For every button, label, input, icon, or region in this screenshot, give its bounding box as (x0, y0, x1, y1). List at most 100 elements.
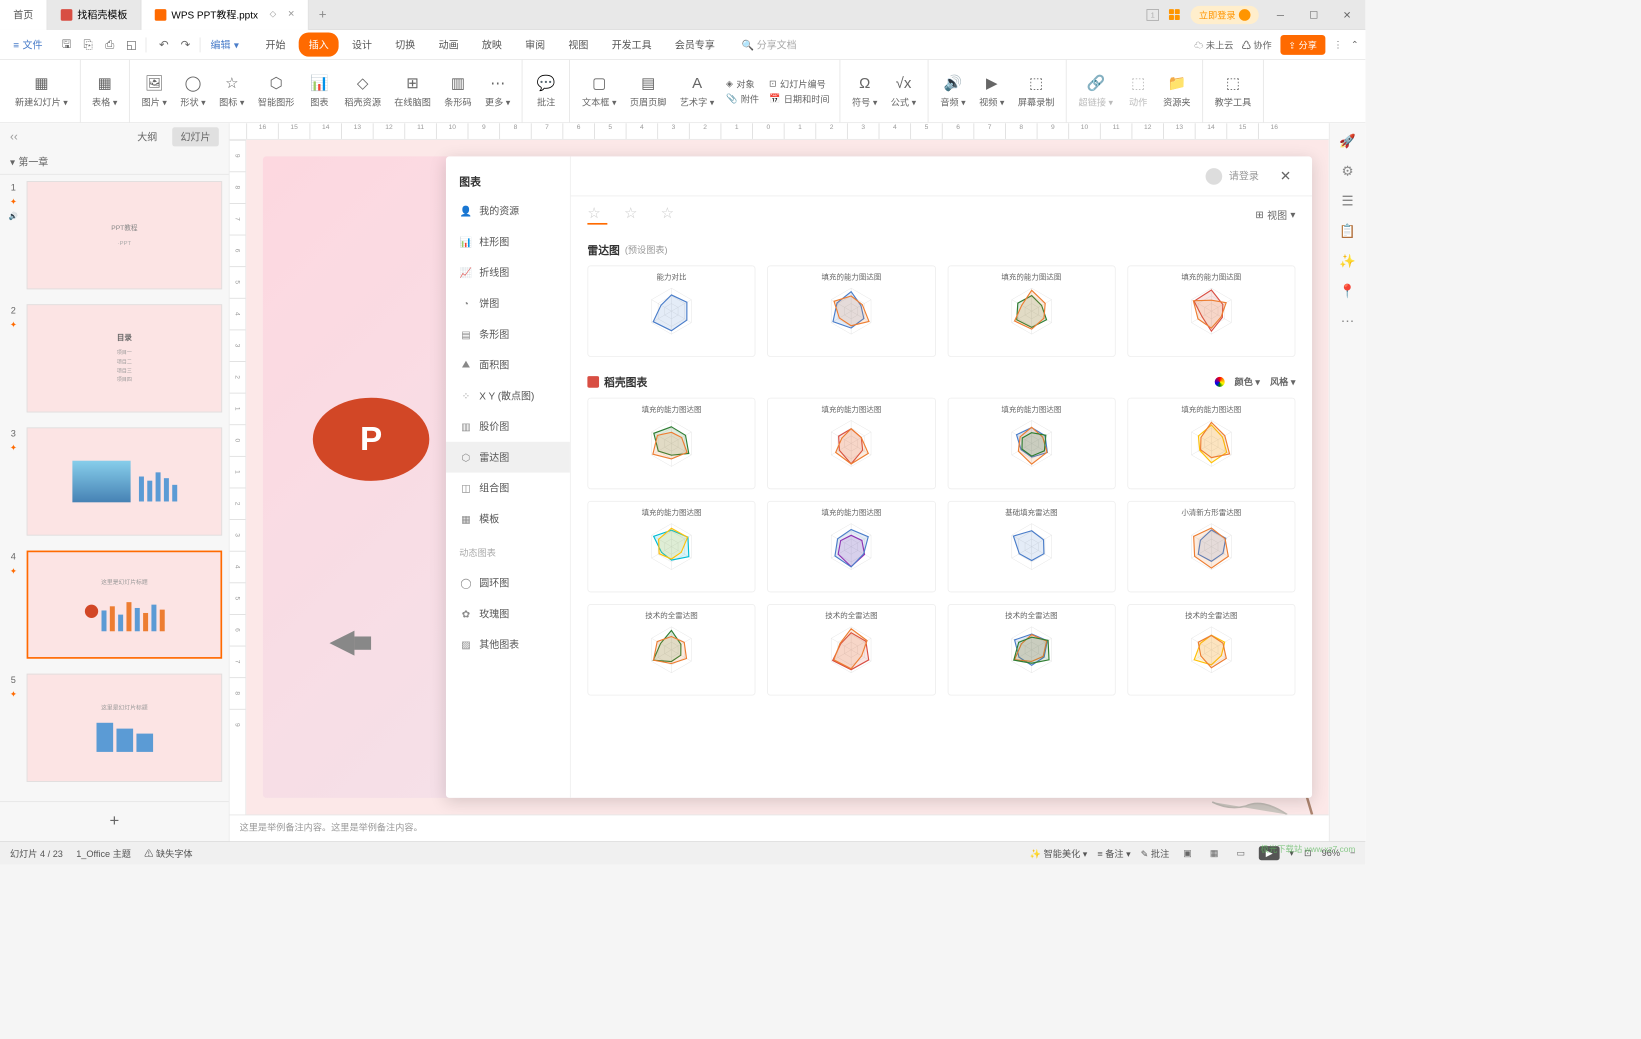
beautify-button[interactable]: ✨ 智能美化 ▾ (1030, 847, 1088, 860)
ribbon-table[interactable]: ▦表格 ▾ (85, 70, 124, 112)
ribbon-smartart[interactable]: ⬡智能图形 (251, 70, 301, 112)
close-button[interactable]: ✕ (1335, 3, 1358, 26)
slide-canvas[interactable]: P 4 图表 👤我的资源📊柱形图📈折线图◔饼图▤条 (246, 140, 1328, 815)
docker-chart-4[interactable]: 填充的能力图达图 (587, 501, 755, 593)
chart-cat-pie[interactable]: ◔饼图 (446, 288, 570, 319)
add-slide-button[interactable]: + (0, 801, 229, 841)
ribbon-textbox[interactable]: ▢文本框 ▾ (575, 70, 623, 112)
menu-tab-devtools[interactable]: 开发工具 (602, 32, 662, 56)
ribbon-slide-number[interactable]: ⊡ 幻灯片编号 (769, 77, 829, 90)
app-grid-icon[interactable] (1169, 9, 1181, 21)
normal-view-icon[interactable]: ▣ (1179, 846, 1196, 861)
ribbon-header-footer[interactable]: ▤页眉页脚 (623, 70, 673, 112)
location-icon[interactable]: 📍 (1339, 283, 1356, 300)
slide-thumb-2[interactable]: 2✦目录项目一项目二项目三项目四 (7, 305, 222, 413)
docker-chart-7[interactable]: 小清新方形雷达图 (1127, 501, 1295, 593)
ribbon-resource-folder[interactable]: 📁资源夹 (1156, 70, 1197, 112)
layers-icon[interactable]: ☰ (1339, 193, 1356, 210)
preview-icon[interactable]: ◱ (124, 37, 139, 52)
add-tab-button[interactable]: + (309, 7, 337, 22)
annotate-toggle[interactable]: ✎ 批注 (1141, 847, 1170, 860)
chart-cat-combo[interactable]: ◫组合图 (446, 473, 570, 504)
clipboard-icon[interactable]: 📋 (1339, 223, 1356, 240)
notes-area[interactable]: 这里是举例备注内容。这里是举例备注内容。 (230, 815, 1329, 842)
star-tab-1[interactable]: ☆ (587, 205, 607, 225)
ribbon-shape[interactable]: ◯形状 ▾ (174, 70, 213, 112)
style-filter[interactable]: 风格 ▾ (1270, 375, 1295, 388)
ribbon-comment[interactable]: 💬批注 (528, 70, 565, 112)
preset-chart-3[interactable]: 填充的能力图达图 (1127, 265, 1295, 357)
slide-thumb-1[interactable]: 1✦🔊PPT教程·PPT (7, 181, 222, 289)
menu-tab-insert[interactable]: 插入 (299, 32, 339, 56)
share-button[interactable]: ⇪ 分享 (1280, 35, 1325, 55)
cloud-status[interactable]: ☁ 未上云 (1194, 38, 1233, 51)
magic-icon[interactable]: ✨ (1339, 253, 1356, 270)
chart-cat-line[interactable]: 📈折线图 (446, 257, 570, 288)
layout-1-icon[interactable]: 1 (1146, 9, 1158, 21)
docker-chart-5[interactable]: 填充的能力图达图 (767, 501, 935, 593)
ribbon-barcode[interactable]: ▥条形码 (438, 70, 479, 112)
ribbon-icon-lib[interactable]: ☆图标 ▾ (212, 70, 251, 112)
expand-icon[interactable]: ⌃ (1351, 39, 1359, 50)
preset-chart-2[interactable]: 填充的能力图达图 (947, 265, 1115, 357)
panel-prev-icon[interactable]: ‹‹ (10, 130, 18, 143)
more-menu-icon[interactable]: ⋮ (1334, 39, 1343, 50)
menu-tab-member[interactable]: 会员专享 (665, 32, 725, 56)
chart-cat-rose[interactable]: ✿玫瑰图 (446, 598, 570, 629)
color-filter[interactable]: 颜色 ▾ (1235, 375, 1260, 388)
ribbon-new-slide[interactable]: ▦新建幻灯片 ▾ (8, 70, 74, 112)
theme-name[interactable]: 1_Office 主题 (76, 847, 131, 860)
slide-thumb-5[interactable]: 5✦这里是幻灯片标题 (7, 674, 222, 782)
settings-icon[interactable]: ⚙ (1339, 163, 1356, 180)
docker-chart-11[interactable]: 技术的全雷达图 (1127, 604, 1295, 696)
docker-chart-2[interactable]: 填充的能力图达图 (947, 398, 1115, 490)
search-icon[interactable]: 🔍 分享文档 (742, 37, 797, 51)
save-icon[interactable]: 🖫 (59, 37, 74, 52)
docker-chart-1[interactable]: 填充的能力图达图 (767, 398, 935, 490)
undo-icon[interactable]: ↶ (156, 37, 171, 52)
chart-cat-user[interactable]: 👤我的资源 (446, 196, 570, 227)
close-tab-icon[interactable]: ✕ (288, 10, 295, 19)
redo-icon[interactable]: ↷ (178, 37, 193, 52)
chart-cat-hbar[interactable]: ▤条形图 (446, 319, 570, 350)
chart-cat-stock[interactable]: ▥股价图 (446, 411, 570, 442)
ribbon-video[interactable]: ▶视频 ▾ (972, 70, 1011, 112)
tab-file[interactable]: WPS PPT教程.pptx◇✕ (141, 0, 308, 30)
dialog-login[interactable]: 请登录 (1206, 168, 1259, 185)
ribbon-image[interactable]: 🖼图片 ▾ (135, 70, 174, 112)
dialog-close-button[interactable]: ✕ (1275, 166, 1295, 186)
outline-tab[interactable]: 大纲 (129, 127, 166, 146)
menu-tab-animation[interactable]: 动画 (429, 32, 469, 56)
ribbon-mindmap[interactable]: ⊞在线脑图 (388, 70, 438, 112)
docker-chart-9[interactable]: 技术的全雷达图 (767, 604, 935, 696)
menu-tab-start[interactable]: 开始 (255, 32, 295, 56)
tab-docker-templates[interactable]: 找稻壳模板 (47, 0, 141, 30)
star-tab-3[interactable]: ☆ (661, 205, 681, 225)
file-menu[interactable]: ≡ 文件 (7, 34, 49, 55)
docker-chart-10[interactable]: 技术的全雷达图 (947, 604, 1115, 696)
edit-menu[interactable]: 编辑 ▾ (204, 34, 246, 55)
minimize-button[interactable]: ─ (1269, 3, 1292, 26)
star-tab-2[interactable]: ☆ (624, 205, 644, 225)
docker-chart-8[interactable]: 技术的全雷达图 (587, 604, 755, 696)
chart-cat-bar[interactable]: 📊柱形图 (446, 226, 570, 257)
slide-thumb-4[interactable]: 4✦这里是幻灯片标题 (7, 551, 222, 659)
pin-icon[interactable]: ◇ (270, 10, 276, 19)
ribbon-docker-resources[interactable]: ◇稻壳资源 (338, 70, 388, 112)
notes-toggle[interactable]: ≡ 备注 ▾ (1097, 847, 1130, 860)
export-icon[interactable]: ⎘ (81, 37, 96, 52)
more-tools-icon[interactable]: ⋯ (1339, 313, 1356, 330)
preset-chart-1[interactable]: 填充的能力图达图 (767, 265, 935, 357)
chapter-header[interactable]: ▾ 第一章 (0, 150, 229, 175)
missing-fonts[interactable]: ⚠ 缺失字体 (144, 847, 192, 860)
menu-tab-design[interactable]: 设计 (342, 32, 382, 56)
ribbon-symbol[interactable]: Ω符号 ▾ (845, 70, 884, 112)
slide-thumb-3[interactable]: 3✦ (7, 428, 222, 536)
docker-chart-6[interactable]: 基础填充雷达图 (947, 501, 1115, 593)
menu-tab-slideshow[interactable]: 放映 (472, 32, 512, 56)
chart-cat-radar[interactable]: ⬡雷达图 (446, 442, 570, 473)
menu-tab-transition[interactable]: 切换 (385, 32, 425, 56)
coop-button[interactable]: ♺ 协作 (1242, 38, 1272, 51)
chart-cat-scatter[interactable]: ⁘X Y (散点图) (446, 380, 570, 411)
login-button[interactable]: 立即登录 (1191, 5, 1259, 23)
